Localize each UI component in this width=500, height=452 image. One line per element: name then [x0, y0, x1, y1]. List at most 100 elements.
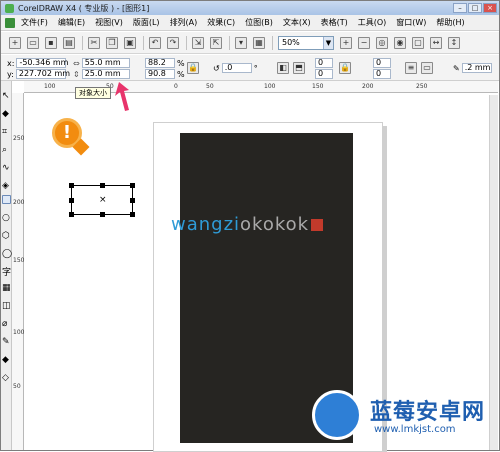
zoom-tool-icon[interactable]: ⌕: [2, 145, 11, 155]
text-tool-icon[interactable]: 字: [2, 265, 11, 278]
ellipse-tool-icon[interactable]: ○: [2, 213, 11, 223]
zoom-page-icon[interactable]: ▢: [412, 36, 424, 49]
wrap-text-icon[interactable]: ≡: [405, 62, 417, 74]
menu-view[interactable]: 视图(V): [95, 17, 123, 28]
selection-handle[interactable]: [69, 183, 74, 188]
freehand-tool-icon[interactable]: ∿: [2, 163, 11, 173]
new-file-icon[interactable]: +: [9, 36, 21, 49]
menu-effects[interactable]: 效果(C): [207, 17, 235, 28]
width-value[interactable]: 55.0 mm: [81, 58, 130, 68]
height-value[interactable]: 25.0 mm: [81, 69, 130, 79]
minimize-button[interactable]: –: [453, 3, 467, 13]
standard-toolbar: + ▭ ▪ ▤ ✂ ❐ ▣ ↶ ↷ ⇲ ⇱ ▾ ▦ 50% ▼ + − ◎ ◉ …: [1, 32, 499, 54]
menu-layout[interactable]: 版面(L): [133, 17, 160, 28]
zoom-in-icon[interactable]: +: [340, 36, 352, 49]
outline-icon[interactable]: ▭: [421, 62, 433, 74]
welcome-screen-icon[interactable]: ▦: [253, 36, 265, 49]
y-position-value[interactable]: 227.702 mm: [15, 69, 70, 79]
corner-2-value[interactable]: 0: [315, 69, 333, 79]
corner-3-value[interactable]: 0: [373, 58, 391, 68]
import-icon[interactable]: ⇲: [192, 36, 204, 49]
eyedropper-tool-icon[interactable]: ⌀: [2, 319, 11, 329]
mirror-horizontal-icon[interactable]: ◧: [277, 62, 289, 74]
corner-3-field[interactable]: 0: [373, 58, 391, 68]
cut-icon[interactable]: ✂: [88, 36, 100, 49]
selection-handle[interactable]: [130, 198, 135, 203]
close-button[interactable]: ×: [483, 3, 497, 13]
interactive-fill-tool-icon[interactable]: ◇: [2, 373, 11, 383]
menu-bitmaps[interactable]: 位图(B): [245, 17, 273, 28]
outline-width-value[interactable]: .2 mm: [461, 63, 492, 73]
smart-fill-tool-icon[interactable]: ◈: [2, 181, 11, 191]
corner-1-field[interactable]: 0: [315, 58, 333, 68]
menu-arrange[interactable]: 排列(A): [170, 17, 198, 28]
height-field[interactable]: ⇕ 25.0 mm: [73, 69, 130, 79]
menu-table[interactable]: 表格(T): [321, 17, 348, 28]
menu-tools[interactable]: 工具(O): [358, 17, 387, 28]
shape-tool-icon[interactable]: ◆: [2, 109, 11, 119]
selection-handle[interactable]: [100, 212, 105, 217]
menu-file[interactable]: 文件(F): [21, 17, 48, 28]
corner-2-field[interactable]: 0: [315, 69, 333, 79]
watermark-blue-text: wangzi: [171, 214, 241, 235]
corner-4-value[interactable]: 0: [373, 69, 391, 79]
document-icon[interactable]: [5, 17, 15, 28]
width-field[interactable]: ⇔ 55.0 mm: [73, 58, 130, 68]
table-tool-icon[interactable]: ▦: [2, 283, 11, 293]
redo-icon[interactable]: ↷: [167, 36, 179, 49]
toolbar-separator: [186, 35, 187, 50]
print-icon[interactable]: ▤: [63, 36, 75, 49]
selection-handle[interactable]: [69, 212, 74, 217]
selection-handle[interactable]: [130, 183, 135, 188]
outline-width-field[interactable]: ✎ .2 mm: [453, 63, 492, 73]
mirror-vertical-icon[interactable]: ⬒: [293, 62, 305, 74]
scale-x-value[interactable]: 88.2: [145, 58, 175, 68]
copy-icon[interactable]: ❐: [106, 36, 118, 49]
selection-handle[interactable]: [69, 198, 74, 203]
paste-icon[interactable]: ▣: [124, 36, 136, 49]
scale-y-field[interactable]: 90.8 %: [145, 69, 185, 79]
zoom-level-select[interactable]: 50% ▼: [278, 35, 334, 50]
y-position-field[interactable]: y: 227.702 mm: [7, 69, 70, 79]
crop-tool-icon[interactable]: ⌗: [2, 127, 11, 137]
polygon-tool-icon[interactable]: ⬡: [2, 231, 11, 241]
corner-1-value[interactable]: 0: [315, 58, 333, 68]
coreldraw-app-icon: [5, 3, 14, 13]
x-position-value[interactable]: -50.346 mm: [16, 58, 68, 68]
round-corners-lock-icon[interactable]: 🔒: [339, 62, 351, 74]
vertical-ruler[interactable]: 250 200 150 100 50: [12, 93, 24, 450]
zoom-out-icon[interactable]: −: [358, 36, 370, 49]
fill-tool-icon[interactable]: ◆: [2, 355, 11, 365]
rotation-field[interactable]: ↺ .0 °: [213, 63, 258, 73]
menu-text[interactable]: 文本(X): [283, 17, 311, 28]
ruler-tick: 50: [13, 383, 21, 390]
zoom-all-icon[interactable]: ◉: [394, 36, 406, 49]
x-position-field[interactable]: x: -50.346 mm: [7, 58, 68, 68]
maximize-button[interactable]: □: [468, 3, 482, 13]
rectangle-tool-icon[interactable]: [2, 195, 11, 204]
zoom-selected-icon[interactable]: ◎: [376, 36, 388, 49]
scale-x-field[interactable]: 88.2 %: [145, 58, 185, 68]
zoom-width-icon[interactable]: ↔: [430, 36, 442, 49]
outline-tool-icon[interactable]: ✎: [2, 337, 11, 347]
menu-window[interactable]: 窗口(W): [396, 17, 426, 28]
save-icon[interactable]: ▪: [45, 36, 57, 49]
menu-help[interactable]: 帮助(H): [436, 17, 464, 28]
interactive-blend-tool-icon[interactable]: ◫: [2, 301, 11, 311]
pick-tool-icon[interactable]: ↖: [2, 91, 11, 101]
scale-y-value[interactable]: 90.8: [145, 69, 175, 79]
application-launcher-icon[interactable]: ▾: [235, 36, 247, 49]
rotation-value[interactable]: .0: [221, 63, 252, 73]
selected-rectangle[interactable]: ×: [69, 183, 135, 217]
lock-ratio-icon[interactable]: 🔒: [187, 62, 199, 74]
pointer-arrow-icon: [115, 82, 129, 111]
selection-handle[interactable]: [130, 212, 135, 217]
undo-icon[interactable]: ↶: [149, 36, 161, 49]
basic-shapes-tool-icon[interactable]: ◯: [2, 249, 12, 259]
open-folder-icon[interactable]: ▭: [27, 36, 39, 49]
corner-4-field[interactable]: 0: [373, 69, 391, 79]
zoom-height-icon[interactable]: ↕: [448, 36, 460, 49]
selection-handle[interactable]: [100, 183, 105, 188]
export-icon[interactable]: ⇱: [210, 36, 222, 49]
menu-edit[interactable]: 编辑(E): [58, 17, 85, 28]
